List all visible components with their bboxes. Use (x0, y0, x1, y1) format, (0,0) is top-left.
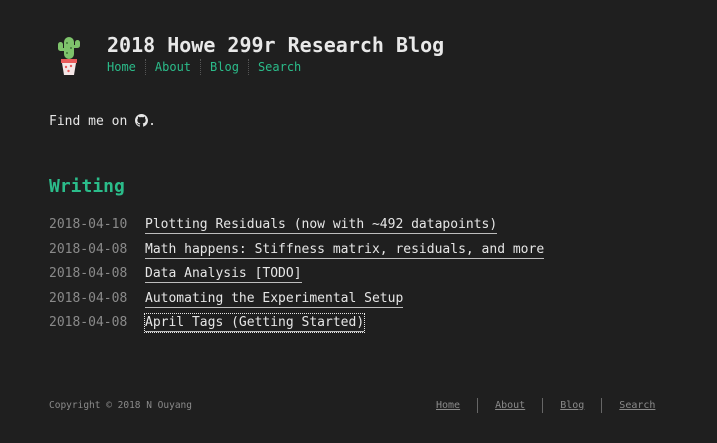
site-header: 2018 Howe 299r Research Blog Home About … (55, 34, 444, 76)
post-item: 2018-04-08 Automating the Experimental S… (49, 290, 544, 315)
intro-prefix: Find me on (49, 114, 128, 129)
post-date: 2018-04-10 (49, 217, 128, 232)
intro-text: Find me on . (49, 114, 156, 129)
intro-suffix: . (148, 114, 156, 129)
main-nav: Home About Blog Search (107, 59, 444, 75)
footer-nav-about[interactable]: About (495, 398, 544, 413)
cactus-icon[interactable] (55, 34, 83, 76)
post-date: 2018-04-08 (49, 315, 128, 330)
post-date: 2018-04-08 (49, 241, 128, 257)
writing-heading: Writing (49, 176, 125, 197)
post-link[interactable]: Automating the Experimental Setup (145, 290, 404, 308)
page: 2018 Howe 299r Research Blog Home About … (0, 0, 717, 443)
nav-home[interactable]: Home (107, 59, 146, 75)
post-item: 2018-04-10 Plotting Residuals (now with … (49, 216, 544, 241)
copyright-text: Copyright © 2018 N Ouyang (49, 400, 192, 411)
nav-search[interactable]: Search (258, 59, 310, 75)
post-link[interactable]: April Tags (Getting Started) (143, 313, 366, 333)
post-link[interactable]: Plotting Residuals (now with ~492 datapo… (145, 216, 498, 234)
header-text: 2018 Howe 299r Research Blog Home About … (107, 34, 444, 75)
site-title: 2018 Howe 299r Research Blog (107, 33, 445, 57)
post-date: 2018-04-08 (49, 290, 128, 306)
footer-nav-search[interactable]: Search (619, 398, 655, 413)
footer-nav-blog[interactable]: Blog (560, 398, 603, 413)
post-item: 2018-04-08 Data Analysis [TODO] (49, 265, 544, 290)
post-date: 2018-04-08 (49, 266, 128, 281)
footer-nav: Home About Blog Search (436, 398, 655, 413)
footer-nav-home[interactable]: Home (436, 398, 479, 413)
github-icon[interactable] (135, 114, 149, 127)
post-link[interactable]: Data Analysis [TODO] (145, 265, 302, 283)
post-link[interactable]: Math happens: Stiffness matrix, residual… (145, 241, 545, 259)
post-item: 2018-04-08 April Tags (Getting Started) (49, 313, 544, 339)
nav-about[interactable]: About (155, 59, 202, 75)
post-list: 2018-04-10 Plotting Residuals (now with … (49, 216, 545, 339)
nav-blog[interactable]: Blog (210, 59, 249, 75)
post-item: 2018-04-08 Math happens: Stiffness matri… (49, 241, 545, 266)
